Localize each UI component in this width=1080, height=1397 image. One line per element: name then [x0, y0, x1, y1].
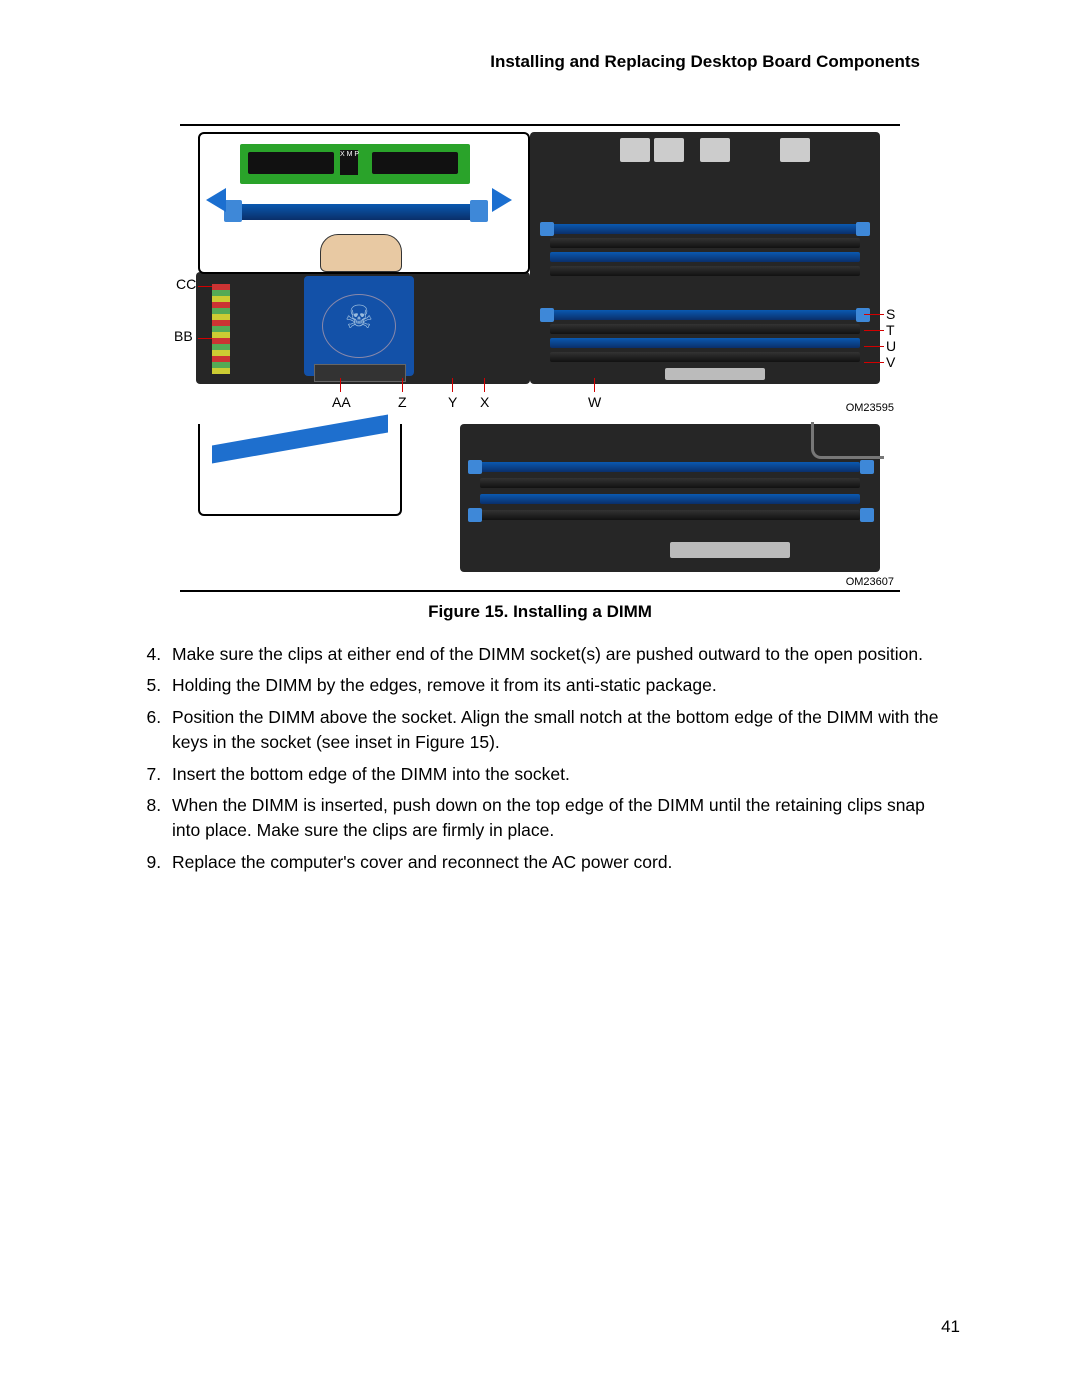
- leader-line: [198, 286, 212, 287]
- label-cc: CC: [176, 276, 196, 292]
- motherboard-left: ☠: [196, 272, 530, 384]
- dimm-slot: [550, 238, 860, 248]
- dimm-slot: [550, 266, 860, 276]
- motherboard-bottom: [460, 424, 880, 572]
- dimm-slot: [480, 494, 860, 504]
- figure-box: ☠ X M P: [180, 124, 900, 592]
- leader-line: [484, 378, 485, 392]
- power-connector-icon: [670, 542, 790, 558]
- retaining-clip-icon: [468, 460, 482, 474]
- label-w: W: [588, 394, 601, 410]
- retaining-clip-icon: [856, 308, 870, 322]
- label-y: Y: [448, 394, 457, 410]
- list-item: When the DIMM is inserted, push down on …: [166, 793, 950, 844]
- dimm-slot: [550, 338, 860, 348]
- running-header: Installing and Replacing Desktop Board C…: [100, 52, 920, 72]
- leader-line: [864, 330, 884, 331]
- label-x: X: [480, 394, 489, 410]
- leader-line: [452, 378, 453, 392]
- figure-panel-1: ☠ X M P: [180, 126, 900, 416]
- io-port-icon: [780, 138, 810, 162]
- retaining-clip-icon: [468, 508, 482, 522]
- leader-line: [864, 346, 884, 347]
- retaining-clip-icon: [540, 308, 554, 322]
- figure-panel-2: OM23607: [180, 422, 900, 590]
- arrow-right-icon: [492, 188, 512, 212]
- dimm-slot: [480, 462, 860, 472]
- io-port-icon: [654, 138, 684, 162]
- cpu-retention-icon: [811, 422, 884, 459]
- retaining-clip-icon: [470, 200, 488, 222]
- xmp-label: X M P: [340, 150, 358, 175]
- retaining-clip-icon: [860, 460, 874, 474]
- io-port-icon: [620, 138, 650, 162]
- hand-icon: [320, 234, 402, 272]
- list-item: Insert the bottom edge of the DIMM into …: [166, 762, 950, 787]
- dimm-slot: [550, 252, 860, 262]
- instruction-list: Make sure the clips at either end of the…: [132, 642, 950, 881]
- om-code-1: OM23595: [846, 402, 894, 414]
- retaining-clip-icon: [540, 222, 554, 236]
- header-pins-icon: [212, 284, 230, 374]
- list-item: Make sure the clips at either end of the…: [166, 642, 950, 667]
- dimm-slot: [550, 324, 860, 334]
- label-u: U: [886, 338, 896, 354]
- dimm-slot: [480, 478, 860, 488]
- label-v: V: [886, 354, 895, 370]
- arrow-left-icon: [206, 188, 226, 212]
- dimm-slot: [480, 510, 860, 520]
- io-port-icon: [700, 138, 730, 162]
- leader-line: [198, 338, 212, 339]
- retaining-clip-icon: [224, 200, 242, 222]
- leader-line: [864, 314, 884, 315]
- dimm-slot: [550, 224, 860, 234]
- leader-line: [864, 362, 884, 363]
- page-number: 41: [941, 1317, 960, 1337]
- ram-chip-icon: [248, 152, 334, 174]
- ram-chip-icon: [372, 152, 458, 174]
- label-s: S: [886, 306, 895, 322]
- inset-angled: [198, 424, 402, 516]
- leader-line: [594, 378, 595, 392]
- list-item: Position the DIMM above the socket. Alig…: [166, 705, 950, 756]
- label-aa: AA: [332, 394, 351, 410]
- dimm-slot: [238, 204, 472, 220]
- label-z: Z: [398, 394, 407, 410]
- motherboard-top: [530, 132, 880, 384]
- list-item: Holding the DIMM by the edges, remove it…: [166, 673, 950, 698]
- label-t: T: [886, 322, 895, 338]
- om-code-2: OM23607: [846, 576, 894, 588]
- ram-module-icon: X M P: [240, 144, 470, 184]
- retaining-clip-icon: [860, 508, 874, 522]
- figure-caption: Figure 15. Installing a DIMM: [180, 602, 900, 622]
- leader-line: [340, 378, 341, 392]
- fan-header-icon: [314, 364, 406, 382]
- inset-callout: X M P: [198, 132, 530, 274]
- dimm-slot: [550, 310, 860, 320]
- retaining-clip-icon: [856, 222, 870, 236]
- cpu-socket-icon: ☠: [304, 276, 414, 376]
- power-connector-icon: [665, 368, 765, 380]
- figure-15: ☠ X M P: [180, 124, 900, 626]
- leader-line: [402, 378, 403, 392]
- list-item: Replace the computer's cover and reconne…: [166, 850, 950, 875]
- dimm-slot: [212, 414, 388, 463]
- label-bb: BB: [174, 328, 193, 344]
- dimm-slot: [550, 352, 860, 362]
